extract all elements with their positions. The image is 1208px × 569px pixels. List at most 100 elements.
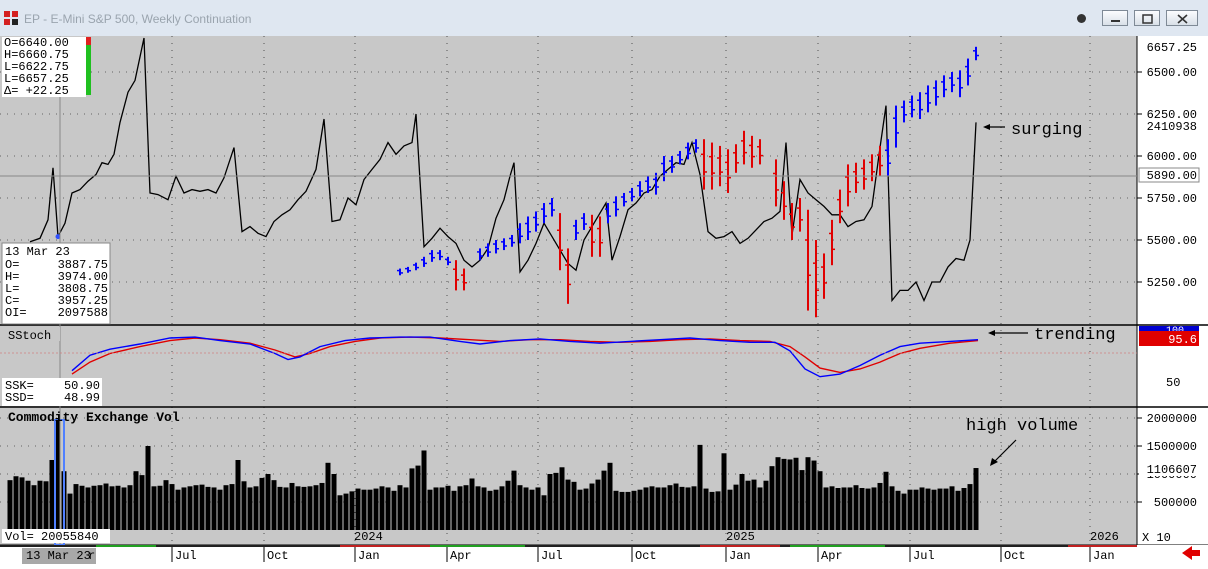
volume-bar — [877, 482, 883, 530]
price-tick-label: 5500.00 — [1147, 234, 1197, 248]
volume-bar — [781, 458, 787, 530]
volume-bar — [97, 485, 103, 530]
volume-bar — [109, 486, 115, 530]
time-tick-label: Jul — [541, 549, 563, 563]
volume-bar — [919, 487, 925, 530]
oi-badge-text: 2410938 — [1147, 120, 1197, 134]
volume-bar — [853, 485, 859, 530]
close-button[interactable] — [1166, 10, 1198, 26]
volume-bar — [403, 487, 409, 530]
volume-bar — [679, 486, 685, 530]
price-tick-label: 6500.00 — [1147, 66, 1197, 80]
volume-bar — [325, 462, 331, 530]
volume-bar — [727, 489, 733, 530]
volume-bar — [913, 489, 919, 530]
stoch-title[interactable]: SStoch — [8, 329, 51, 343]
volume-bar — [379, 486, 385, 530]
volume-bar — [841, 487, 847, 530]
year-2025: 2025 — [726, 530, 755, 544]
volume-bar — [397, 485, 403, 530]
volume-bar — [583, 488, 589, 530]
volume-bar — [313, 485, 319, 530]
record-dot-button[interactable] — [1064, 9, 1098, 27]
volume-bar — [475, 486, 481, 530]
volume-bar — [787, 459, 793, 530]
volume-bar — [103, 483, 109, 530]
time-axis-band — [0, 545, 1137, 547]
volume-bar — [763, 480, 769, 530]
volume-bar — [25, 480, 31, 530]
volume-bar — [361, 489, 367, 530]
minimize-icon — [1111, 20, 1120, 22]
window-titlebar[interactable]: EP - E-Mini S&P 500, Weekly Continuation — [0, 0, 1208, 37]
restore-button[interactable] — [1134, 10, 1160, 26]
volume-bar — [241, 481, 247, 530]
volume-bar — [457, 486, 463, 530]
volume-bar — [145, 446, 151, 530]
volume-bar — [181, 487, 187, 530]
dw-oi-val: 2097588 — [58, 306, 108, 320]
chart-canvas[interactable]: 6500.006250.006000.005750.005500.005250.… — [0, 36, 1208, 564]
volume-bar — [247, 487, 253, 530]
volume-bar — [43, 481, 49, 530]
volume-bar — [577, 489, 583, 530]
volume-bar — [949, 486, 955, 530]
vol-readout: Vol= 20055840 — [5, 530, 99, 544]
volume-bar — [565, 479, 571, 530]
volume-bar — [211, 487, 217, 530]
volume-bar — [715, 491, 721, 530]
volume-bar — [535, 487, 541, 530]
volume-bar — [493, 489, 499, 530]
volume-bar — [349, 491, 355, 530]
year-2024: 2024 — [354, 530, 383, 544]
volume-bar — [553, 472, 559, 530]
volume-bar — [805, 457, 811, 530]
volume-bar — [277, 486, 283, 530]
volume-tick-label: 2000000 — [1147, 412, 1197, 426]
window-title: EP - E-Mini S&P 500, Weekly Continuation — [24, 12, 252, 26]
volume-bar — [115, 485, 121, 530]
volume-bar — [967, 484, 973, 530]
volume-bar — [823, 487, 829, 530]
volume-bar — [631, 490, 637, 530]
volume-bar — [505, 480, 511, 530]
ssd-key: SSD= — [5, 391, 34, 405]
volume-bar — [451, 490, 457, 530]
bar-indicator — [86, 37, 91, 95]
volume-bar — [613, 490, 619, 530]
volume-bar — [373, 488, 379, 530]
volume-bar — [319, 482, 325, 530]
price-tick-label: 6000.00 — [1147, 150, 1197, 164]
time-tick-label: Oct — [1004, 549, 1026, 563]
volume-bar — [889, 486, 895, 530]
volume-bar — [217, 489, 223, 530]
price-tick-label: 5750.00 — [1147, 192, 1197, 206]
session-band-green — [430, 545, 525, 547]
volume-bar — [439, 487, 445, 530]
stoch-tick-50: 50 — [1166, 376, 1180, 390]
volume-title[interactable]: Commodity Exchange Vol — [8, 410, 180, 425]
volume-bar — [643, 487, 649, 530]
volume-bar — [355, 488, 361, 530]
volume-bar — [775, 457, 781, 530]
volume-bar — [637, 489, 643, 530]
volume-bar — [883, 471, 889, 530]
volume-bar — [73, 484, 79, 530]
crosshair-badge-text: 5890.00 — [1147, 169, 1197, 183]
volume-bar — [955, 490, 961, 530]
app-icon — [4, 11, 18, 25]
volume-bar — [697, 444, 703, 530]
volume-bar — [91, 485, 97, 530]
volume-bar — [13, 476, 19, 530]
minimize-button[interactable] — [1102, 10, 1128, 26]
volume-tick-label: 1500000 — [1147, 440, 1197, 454]
volume-bar — [343, 493, 349, 530]
volume-bar — [895, 490, 901, 530]
volume-bar — [499, 486, 505, 530]
chart-area[interactable]: 6500.00 6250.00 6000.00 5750.00 5500.00 5250.… — [0, 36, 1208, 564]
session-band-green — [96, 545, 156, 547]
volume-bar — [157, 485, 163, 530]
dot-icon — [1076, 14, 1086, 23]
volume-bar — [739, 474, 745, 530]
time-tick-label: Jan — [358, 549, 380, 563]
